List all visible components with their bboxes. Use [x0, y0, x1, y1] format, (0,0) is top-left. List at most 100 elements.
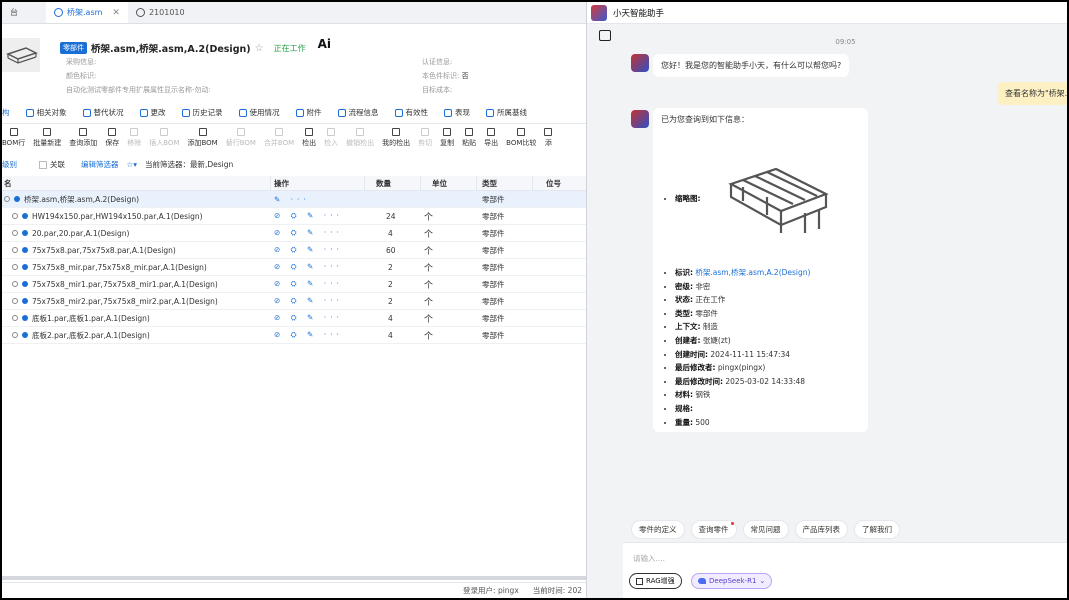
bom-compare-button[interactable]: BOM比较: [502, 128, 540, 148]
row-type: 零部件: [482, 245, 505, 255]
query-add-button[interactable]: 查询添加: [65, 128, 101, 148]
expand-icon[interactable]: [12, 213, 18, 219]
table-row[interactable]: 20.par,20.par,A.1(Design) ⊘ ⛭ ✎ ··· 4 个 …: [2, 225, 586, 242]
tab-process[interactable]: 流程信息: [330, 107, 387, 118]
header-pos[interactable]: 位号: [546, 176, 561, 190]
quick-about-us[interactable]: 了解我们: [854, 520, 900, 539]
notification-dot-icon: [730, 522, 734, 525]
row-ops[interactable]: ⊘ ⛭ ✎ ···: [274, 327, 343, 343]
tab-usage[interactable]: 使用情况: [231, 107, 288, 118]
quick-faq[interactable]: 常见问题: [742, 520, 789, 539]
tab-effectivity[interactable]: 有效性: [387, 107, 437, 118]
row-ops[interactable]: ⊘ ⛭ ✎ ···: [274, 310, 343, 326]
table-row[interactable]: 桥架.asm,桥架.asm,A.2(Design) ✎ ··· 零部件: [2, 191, 586, 208]
add-bom-button[interactable]: 添加BOM: [183, 128, 221, 148]
chevron-down-icon: ⌄: [759, 577, 766, 585]
table-row[interactable]: 75x75x8.par,75x75x8.par,A.1(Design) ⊘ ⛭ …: [2, 242, 586, 259]
bom-row-button[interactable]: BOM行: [2, 128, 29, 148]
quick-product-library[interactable]: 产品库列表: [794, 520, 848, 539]
insert-bom-button[interactable]: 插入BOM: [145, 128, 183, 148]
tab-attachment[interactable]: 附件: [288, 107, 330, 118]
save-button[interactable]: 保存: [101, 128, 123, 148]
add-more-button[interactable]: 添: [540, 128, 556, 148]
table-row[interactable]: 底板1.par,底板1.par,A.1(Design) ⊘ ⛭ ✎ ··· 4 …: [2, 310, 586, 327]
level-selector[interactable]: 级别: [2, 159, 17, 170]
part-thumbnail[interactable]: [2, 38, 40, 72]
row-ops[interactable]: ⊘ ⛭ ✎ ···: [274, 293, 343, 309]
tab-part[interactable]: 桥架.asm ✕: [46, 2, 128, 23]
paste-button[interactable]: 粘贴: [458, 128, 480, 148]
row-unit: 个: [424, 263, 434, 274]
part-link[interactable]: 桥架.asm,桥架.asm,A.2(Design): [695, 268, 810, 277]
header-qty[interactable]: 数量: [376, 176, 391, 190]
row-ops[interactable]: ⊘ ⛭ ✎ ···: [274, 242, 343, 258]
model-selector[interactable]: DeepSeek-R1 ⌄: [691, 573, 773, 589]
bom-row-icon: [9, 128, 18, 136]
quick-part-definition[interactable]: 零件的定义: [631, 520, 685, 539]
sidebar-toggle-icon[interactable]: [599, 30, 611, 41]
header-unit[interactable]: 单位: [432, 176, 447, 190]
tab-baseline[interactable]: 所属基线: [478, 107, 535, 118]
expand-icon[interactable]: [12, 230, 18, 236]
assistant-logo-icon: [591, 4, 607, 21]
checkbox-label: 关联: [50, 159, 65, 169]
table-row[interactable]: 75x75x8_mir.par,75x75x8_mir.par,A.1(Desi…: [2, 259, 586, 276]
tab-structure[interactable]: 构: [2, 107, 18, 118]
expand-icon[interactable]: [12, 281, 18, 287]
tab-change[interactable]: 更改: [132, 107, 174, 118]
ai-icon[interactable]: Ai: [318, 37, 331, 51]
row-ops[interactable]: ✎ ···: [274, 191, 310, 207]
horizontal-scrollbar[interactable]: [2, 576, 586, 580]
related-checkbox[interactable]: 关联: [39, 159, 65, 170]
close-icon[interactable]: ✕: [112, 8, 120, 18]
tab-history[interactable]: 历史记录: [174, 107, 231, 118]
info-ctime: 创建时间: 2024-11-11 15:47:34: [675, 348, 860, 362]
collapse-icon[interactable]: [4, 196, 10, 202]
batch-create-button[interactable]: 批量新建: [29, 128, 65, 148]
checkbox-box: [39, 160, 47, 169]
merge-bom-button[interactable]: 合并BOM: [260, 128, 298, 148]
header-name[interactable]: 名: [4, 176, 12, 190]
undo-checkout-button[interactable]: 撤销检出: [342, 128, 378, 148]
row-name: HW194x150.par,HW194x150.par,A.1(Design): [12, 208, 203, 224]
expand-icon[interactable]: [12, 332, 18, 338]
edit-filter-link[interactable]: 编辑筛选器: [81, 159, 119, 170]
table-row[interactable]: 75x75x8_mir2.par,75x75x8_mir2.par,A.1(De…: [2, 293, 586, 310]
checkin-button[interactable]: 检入: [320, 128, 342, 148]
expand-icon[interactable]: [12, 315, 18, 321]
chat-input[interactable]: 请输入....: [633, 553, 665, 564]
frame-model-image[interactable]: [721, 159, 831, 239]
row-ops[interactable]: ⊘ ⛭ ✎ ···: [274, 208, 343, 224]
expand-icon[interactable]: [12, 264, 18, 270]
row-ops[interactable]: ⊘ ⛭ ✎ ···: [274, 276, 343, 292]
tab-representation[interactable]: 表现: [436, 107, 478, 118]
my-checkout-button[interactable]: 我的检出: [378, 128, 414, 148]
cut-button[interactable]: 剪切: [414, 128, 436, 148]
header-type[interactable]: 类型: [482, 176, 497, 190]
tab-label: 有效性: [405, 108, 429, 117]
copy-button[interactable]: 复制: [436, 128, 458, 148]
remove-button[interactable]: 移除: [123, 128, 145, 148]
table-row[interactable]: HW194x150.par,HW194x150.par,A.1(Design) …: [2, 208, 586, 225]
row-type: 零部件: [482, 296, 505, 306]
expand-icon[interactable]: [12, 298, 18, 304]
replace-bom-button[interactable]: 替行BOM: [222, 128, 260, 148]
rag-toggle-button[interactable]: RAG增强: [629, 573, 682, 589]
header-ops[interactable]: 操作: [274, 176, 289, 190]
row-ops[interactable]: ⊘ ⛭ ✎ ···: [274, 259, 343, 275]
checkout-button[interactable]: 检出: [298, 128, 320, 148]
info-label: 最后修改时间:: [675, 376, 723, 386]
table-row[interactable]: 底板2.par,底板2.par,A.1(Design) ⊘ ⛭ ✎ ··· 4 …: [2, 327, 586, 344]
info-label: 状态:: [675, 295, 693, 305]
tab-related[interactable]: 相关对象: [18, 107, 75, 118]
star-filter-icon[interactable]: ☆▾: [127, 160, 138, 169]
expand-icon[interactable]: [12, 247, 18, 253]
tab-item[interactable]: 2101010: [128, 2, 193, 23]
export-button[interactable]: 导出: [480, 128, 502, 148]
tab-home[interactable]: 台: [2, 2, 26, 23]
tab-substitute[interactable]: 替代状况: [75, 107, 132, 118]
quick-query-part[interactable]: 查询零件: [690, 520, 737, 539]
row-ops[interactable]: ⊘ ⛭ ✎ ···: [274, 225, 343, 241]
star-icon[interactable]: ☆: [255, 43, 264, 54]
table-row[interactable]: 75x75x8_mir1.par,75x75x8_mir1.par,A.1(De…: [2, 276, 586, 293]
